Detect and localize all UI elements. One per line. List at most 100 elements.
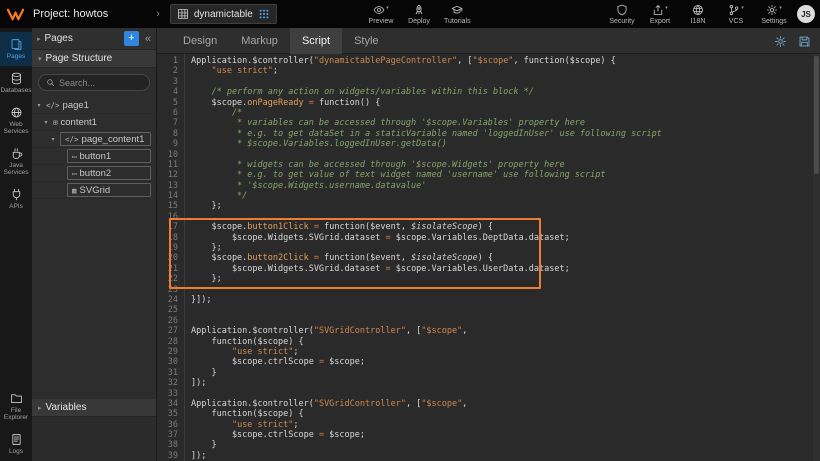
code-line[interactable] xyxy=(191,150,820,160)
code-area[interactable]: Application.$controller("dynamictablePag… xyxy=(185,54,820,461)
tree-item-frame: ▦SVGrid xyxy=(67,183,151,197)
export-button[interactable]: ▾Export xyxy=(647,0,673,28)
code-line[interactable]: function($scope) { xyxy=(191,337,820,347)
scrollbar-thumb[interactable] xyxy=(814,56,819,174)
folder-icon xyxy=(10,392,23,405)
caret-down-icon: ▾ xyxy=(49,136,57,143)
code-line[interactable]: ]); xyxy=(191,378,820,388)
line-number: 2 xyxy=(157,66,178,76)
code-line[interactable]: * $scope.Variables.loggedInUser.getData(… xyxy=(191,139,820,149)
code-line[interactable]: * e.g. to get dataSet in a staticVariabl… xyxy=(191,129,820,139)
code-line[interactable]: * widgets can be accessed through '$scop… xyxy=(191,160,820,170)
i18n-icon xyxy=(692,4,704,16)
variables-header[interactable]: ▸ Variables xyxy=(32,399,156,417)
caret-down-icon: ▾ xyxy=(665,4,668,12)
caret-down-icon: ▾ xyxy=(42,119,50,126)
line-number: 21 xyxy=(157,264,178,274)
action-label: VCS xyxy=(729,18,743,25)
caret-down-icon: ▾ xyxy=(741,4,744,12)
rail-item-logs[interactable]: Logs xyxy=(0,427,32,461)
code-line[interactable] xyxy=(191,285,820,295)
tree-item-button1[interactable]: ▭button1 xyxy=(32,148,156,165)
code-line[interactable]: Application.$controller("SVGridControlle… xyxy=(191,326,820,336)
pages-icon xyxy=(10,38,23,51)
logs-icon xyxy=(10,433,23,446)
tab-script[interactable]: Script xyxy=(290,28,342,54)
rail-item-pages[interactable]: Pages xyxy=(0,32,32,66)
button-icon: ▭ xyxy=(72,169,77,178)
security-button[interactable]: Security xyxy=(609,0,635,28)
line-number: 24 xyxy=(157,295,178,305)
line-number: 3 xyxy=(157,77,178,87)
export-icon xyxy=(652,4,664,16)
rail-item-databases[interactable]: Databases xyxy=(0,66,32,100)
code-line[interactable]: Application.$controller("SVGridControlle… xyxy=(191,399,820,409)
code-line[interactable]: $scope.Widgets.SVGrid.dataset = $scope.V… xyxy=(191,264,820,274)
tree-item-page-content1[interactable]: ▾</>page_content1 xyxy=(32,131,156,148)
code-line[interactable]: $scope.ctrlScope = $scope; xyxy=(191,430,820,440)
code-line[interactable]: */ xyxy=(191,191,820,201)
code-line[interactable] xyxy=(191,305,820,315)
tab-markup[interactable]: Markup xyxy=(229,28,290,54)
code-line[interactable] xyxy=(191,389,820,399)
code-line[interactable]: * e.g. to get value of text widget named… xyxy=(191,170,820,180)
tab-style[interactable]: Style xyxy=(342,28,390,54)
rail-item-web-services[interactable]: Web Services xyxy=(0,100,32,141)
code-line[interactable]: /* perform any action on widgets/variabl… xyxy=(191,87,820,97)
tree-item-svgrid[interactable]: ▦SVGrid xyxy=(32,182,156,199)
preview-button[interactable]: ▾Preview xyxy=(368,0,394,28)
code-line[interactable]: }; xyxy=(191,243,820,253)
code-line[interactable]: $scope.button1Click = function($event, $… xyxy=(191,222,820,232)
branch-icon xyxy=(728,4,740,16)
code-line[interactable]: "use strict"; xyxy=(191,66,820,76)
tab-design[interactable]: Design xyxy=(171,28,229,54)
code-line[interactable]: }; xyxy=(191,274,820,284)
save-icon[interactable] xyxy=(798,35,811,48)
deploy-button[interactable]: Deploy xyxy=(406,0,432,28)
tree-item-page1[interactable]: ▾</>page1 xyxy=(32,97,156,114)
code-line[interactable]: }; xyxy=(191,201,820,211)
code-line[interactable]: $scope.ctrlScope = $scope; xyxy=(191,357,820,367)
rail-item-java-services[interactable]: Java Services xyxy=(0,141,32,182)
tree-item-content1[interactable]: ▾⊞content1 xyxy=(32,114,156,131)
rail-item-apis[interactable]: APIs xyxy=(0,182,32,216)
code-line[interactable]: ]); xyxy=(191,451,820,461)
tree-item-label: page_content1 xyxy=(82,134,145,145)
code-line[interactable]: /* xyxy=(191,108,820,118)
tree-item-button2[interactable]: ▭button2 xyxy=(32,165,156,182)
add-page-button[interactable]: + xyxy=(124,31,139,46)
search-input[interactable] xyxy=(59,78,142,88)
code-line[interactable]: Application.$controller("dynamictablePag… xyxy=(191,56,820,66)
page-selector-dropdown[interactable]: dynamictable xyxy=(170,4,277,24)
user-avatar[interactable]: JS xyxy=(797,5,815,23)
tree-item-frame: </>page_content1 xyxy=(60,132,151,146)
rail-item-file-explorer[interactable]: File Explorer xyxy=(0,386,32,427)
code-line[interactable]: }]); xyxy=(191,295,820,305)
i18n-button[interactable]: I18N xyxy=(685,0,711,28)
code-line[interactable]: } xyxy=(191,440,820,450)
code-line[interactable] xyxy=(191,212,820,222)
code-editor: 1234567891011121314151617181920212223242… xyxy=(157,54,820,461)
search-icon xyxy=(46,78,55,87)
code-line[interactable]: "use strict"; xyxy=(191,420,820,430)
page-structure-header[interactable]: ▾ Page Structure xyxy=(32,50,156,68)
code-line[interactable]: $scope.button2Click = function($event, $… xyxy=(191,253,820,263)
tutorials-button[interactable]: Tutorials xyxy=(444,0,471,28)
line-number: 19 xyxy=(157,243,178,253)
editor-settings-gear-icon[interactable] xyxy=(774,35,787,48)
collapse-panel-icon[interactable]: « xyxy=(143,33,153,45)
code-line[interactable]: } xyxy=(191,368,820,378)
code-line[interactable]: "use strict"; xyxy=(191,347,820,357)
code-line[interactable]: * '$scope.Widgets.username.datavalue' xyxy=(191,181,820,191)
line-number: 4 xyxy=(157,87,178,97)
code-line[interactable]: * variables can be accessed through '$sc… xyxy=(191,118,820,128)
code-line[interactable]: function($scope) { xyxy=(191,409,820,419)
code-line[interactable] xyxy=(191,77,820,87)
vcs-button[interactable]: ▾ VCS xyxy=(723,0,749,28)
settings-button[interactable]: ▾Settings xyxy=(761,0,787,28)
code-line[interactable] xyxy=(191,316,820,326)
code-line[interactable]: $scope.onPageReady = function() { xyxy=(191,98,820,108)
line-number: 35 xyxy=(157,409,178,419)
grid-icon xyxy=(177,8,189,20)
code-line[interactable]: $scope.Widgets.SVGrid.dataset = $scope.V… xyxy=(191,233,820,243)
